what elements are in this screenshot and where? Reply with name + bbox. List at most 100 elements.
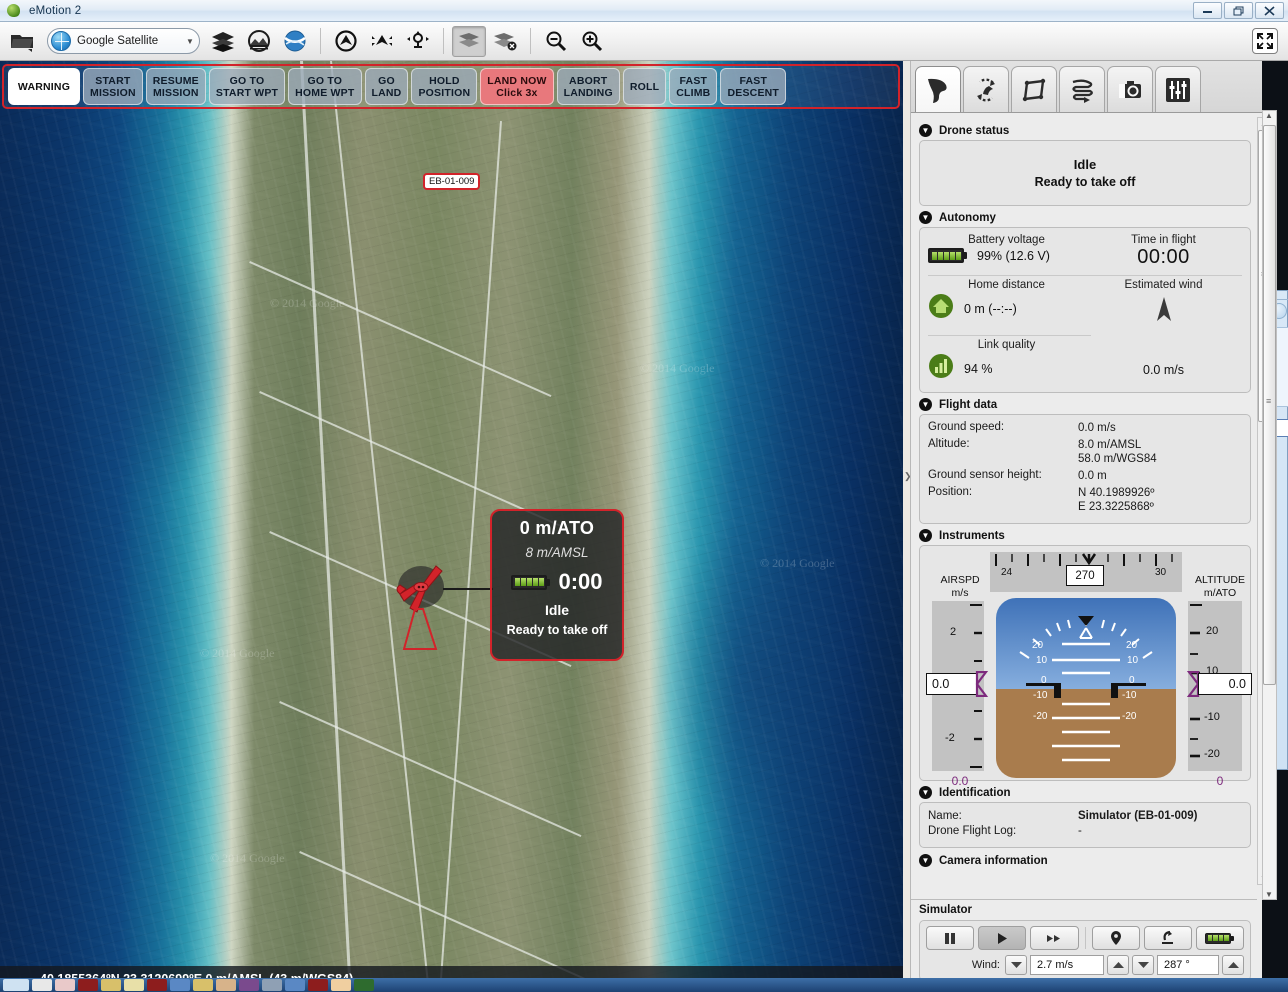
chevron-down-icon[interactable]: ▼ xyxy=(919,211,932,224)
wind-direction-field[interactable]: 287 ° xyxy=(1157,955,1219,975)
home-view-button[interactable] xyxy=(329,26,363,57)
simulator-fast-forward-button[interactable] xyxy=(1030,926,1079,950)
section-header-autonomy[interactable]: ▼ Autonomy xyxy=(919,211,1251,224)
taskbar-item[interactable] xyxy=(170,979,190,991)
taskbar-item[interactable] xyxy=(193,979,213,991)
simulator-play-button[interactable] xyxy=(978,926,1027,950)
chevron-down-icon[interactable]: ▼ xyxy=(919,854,932,867)
simulator-wind-button[interactable] xyxy=(1143,926,1192,950)
wind-speed-value: 0.0 m/s xyxy=(1143,363,1184,377)
panel-splitter[interactable]: ❯ xyxy=(903,61,912,992)
simulator-set-position-button[interactable] xyxy=(1091,926,1140,950)
altitude-bottom-value: 0 xyxy=(1216,774,1224,788)
scroll-down-arrow-icon[interactable]: ▼ xyxy=(1265,890,1273,899)
hud-leader-line xyxy=(443,588,493,590)
section-header-flight-data[interactable]: ▼ Flight data xyxy=(919,398,1251,411)
taskbar-item[interactable] xyxy=(124,979,144,991)
simulator-pause-button[interactable] xyxy=(926,926,975,950)
taskbar-item[interactable] xyxy=(239,979,259,991)
drone-state: Idle xyxy=(1073,157,1097,172)
restore-button[interactable] xyxy=(1224,2,1253,19)
layers-button[interactable] xyxy=(206,26,240,57)
map-texture xyxy=(0,61,908,992)
link-quality-value: 94 % xyxy=(964,361,993,376)
command-button-label: LAND NOW xyxy=(487,74,547,87)
zoom-out-button[interactable] xyxy=(539,26,573,57)
map-view[interactable]: © 2014 Google © 2014 Google © 2014 Googl… xyxy=(0,61,908,992)
wind-speed-increase-button[interactable] xyxy=(1107,955,1129,975)
chevron-down-icon[interactable]: ▼ xyxy=(919,529,932,542)
basemap-select[interactable]: Google Satellite ▼ xyxy=(47,28,200,54)
toolbar-separator-2 xyxy=(443,28,444,54)
command-button-hold[interactable]: HOLD POSITION xyxy=(411,68,478,105)
pitch-label: -20 xyxy=(1033,711,1048,722)
section-header-drone-status[interactable]: ▼ Drone status xyxy=(919,124,1251,137)
command-button-fast[interactable]: FAST CLIMB xyxy=(669,68,718,105)
taskbar-item[interactable] xyxy=(285,979,305,991)
command-button-go-to[interactable]: GO TO HOME WPT xyxy=(288,68,362,105)
globe-button[interactable] xyxy=(278,26,312,57)
command-button-start[interactable]: START MISSION xyxy=(83,68,143,105)
altitude-tick-label: -20 xyxy=(1204,748,1220,760)
section-header-camera-information[interactable]: ▼ Camera information xyxy=(919,854,1251,867)
command-button-warning[interactable]: WARNING xyxy=(8,68,80,105)
zoom-in-button[interactable] xyxy=(575,26,609,57)
desktop-taskbar[interactable] xyxy=(0,978,1288,992)
tab-camera[interactable] xyxy=(1107,66,1153,112)
wind-speed-field[interactable]: 2.7 m/s xyxy=(1030,955,1104,975)
tab-mission[interactable] xyxy=(963,66,1009,112)
close-button[interactable] xyxy=(1255,2,1284,19)
chevron-down-icon[interactable]: ▼ xyxy=(919,124,932,137)
chevron-down-icon[interactable]: ▼ xyxy=(181,37,199,46)
chevron-down-icon[interactable]: ▼ xyxy=(919,786,932,799)
taskbar-item[interactable] xyxy=(354,979,374,991)
drone-marker-icon[interactable] xyxy=(388,561,458,656)
command-button-land-now[interactable]: LAND NOW Click 3x xyxy=(480,68,554,105)
tab-area[interactable] xyxy=(1011,66,1057,112)
drone-map-label[interactable]: EB-01-009 xyxy=(423,173,481,190)
tab-settings[interactable] xyxy=(1155,66,1201,112)
tab-flight[interactable] xyxy=(915,66,961,112)
command-button-fast[interactable]: FAST DESCENT xyxy=(720,68,787,105)
minimize-button[interactable] xyxy=(1193,2,1222,19)
taskbar-item[interactable] xyxy=(147,979,167,991)
taskbar-item[interactable] xyxy=(55,979,75,991)
taskbar-item[interactable] xyxy=(308,979,328,991)
wind-direction-increase-button[interactable] xyxy=(1222,955,1244,975)
measure-area-button[interactable] xyxy=(452,25,486,57)
outer-scrollbar-thumb[interactable] xyxy=(1263,125,1276,685)
wind-direction-decrease-button[interactable] xyxy=(1132,955,1154,975)
taskbar-item[interactable] xyxy=(32,979,52,991)
section-title: Flight data xyxy=(939,398,998,411)
command-button-go-to[interactable]: GO TO START WPT xyxy=(208,68,286,105)
chevron-down-icon[interactable]: ▼ xyxy=(919,398,932,411)
taskbar-item[interactable] xyxy=(216,979,236,991)
center-on-waypoint-button[interactable] xyxy=(401,26,435,57)
command-button-sublabel: DESCENT xyxy=(727,86,780,99)
command-button-resume[interactable]: RESUME MISSION xyxy=(145,68,206,105)
center-on-drone-button[interactable] xyxy=(365,26,399,57)
terrain-button[interactable] xyxy=(242,26,276,57)
command-button-go[interactable]: GO LAND xyxy=(364,68,409,105)
taskbar-item[interactable] xyxy=(3,979,29,991)
wind-speed-decrease-button[interactable] xyxy=(1005,955,1027,975)
fullscreen-button[interactable] xyxy=(1252,28,1278,54)
simulator-battery-button[interactable] xyxy=(1195,926,1245,950)
section-header-instruments[interactable]: ▼ Instruments xyxy=(919,529,1251,542)
scroll-up-arrow-icon[interactable]: ▲ xyxy=(1265,111,1273,120)
taskbar-item[interactable] xyxy=(78,979,98,991)
taskbar-item[interactable] xyxy=(101,979,121,991)
airspeed-tick-label: 2 xyxy=(950,626,957,638)
right-panel: ▼ Drone status Idle Ready to take off ▼ … xyxy=(910,61,1288,992)
tab-path[interactable] xyxy=(1059,66,1105,112)
clear-area-button[interactable] xyxy=(488,26,522,57)
command-button-abort[interactable]: ABORT LANDING xyxy=(556,68,620,105)
map-watermark: © 2014 Google xyxy=(760,556,835,570)
time-in-flight-value: 00:00 xyxy=(1137,246,1190,268)
identification-card: Name: Simulator (EB-01-009) Drone Flight… xyxy=(919,802,1251,848)
taskbar-item[interactable] xyxy=(262,979,282,991)
taskbar-item[interactable] xyxy=(331,979,351,991)
command-button-roll[interactable]: ROLL xyxy=(622,68,667,105)
outer-scrollbar[interactable]: ▲ ▼ xyxy=(1262,110,1277,900)
open-project-button[interactable] xyxy=(6,26,40,57)
